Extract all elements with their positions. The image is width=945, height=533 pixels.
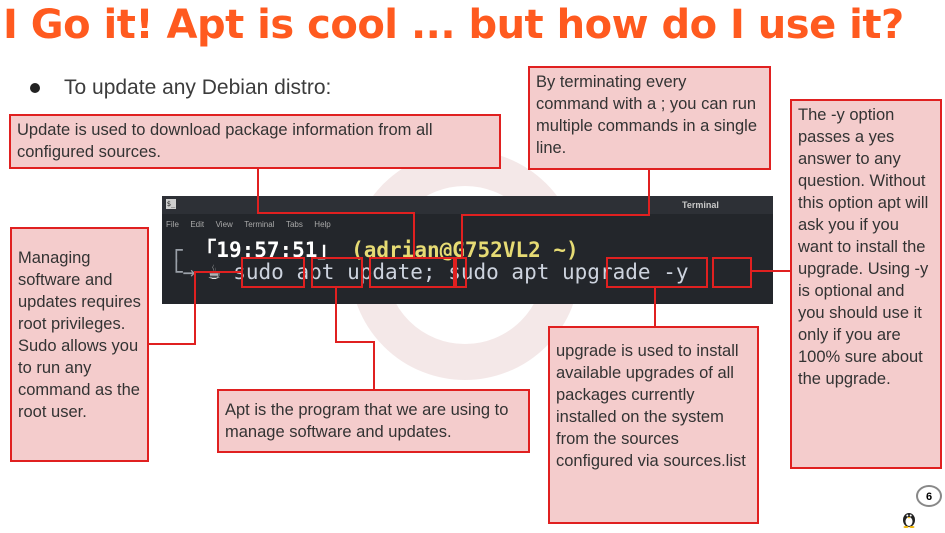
menu-terminal[interactable]: Terminal [244,220,274,229]
menu-view[interactable]: View [216,220,233,229]
menu-edit[interactable]: Edit [190,220,204,229]
connector-upgrade [654,287,656,326]
page-number-badge: 6 [916,485,942,507]
callout-update: Update is used to download package infor… [9,114,501,169]
connector-apt [373,341,375,389]
callout-flag-y: The -y option passes a yes answer to any… [790,99,942,469]
highlight-sudo [241,257,305,288]
prompt-corner-icon: ┌ [170,238,196,262]
connector-flag-y [752,270,792,272]
callout-apt: Apt is the program that we are using to … [217,389,530,453]
connector-semicolon [461,214,650,216]
menu-tabs[interactable]: Tabs [286,220,303,229]
slide-title: I Go it! Apt is cool ... but how do I us… [3,2,904,48]
tux-penguin-icon [903,513,915,528]
connector-sudo [194,271,242,273]
connector-update [257,167,259,214]
highlight-apt [311,257,363,288]
bullet-text: To update any Debian distro: [64,76,332,99]
highlight-update [369,257,455,288]
callout-sudo: Managing software and updates requires r… [10,227,149,462]
connector-update [257,212,415,214]
callout-upgrade: upgrade is used to install available upg… [548,326,759,524]
terminal-titlebar[interactable]: $_ Terminal [162,196,773,214]
connector-semicolon [648,170,650,216]
connector-sudo [149,343,196,345]
callout-semicolon: By terminating every command with a ; yo… [528,66,771,170]
menu-help[interactable]: Help [314,220,330,229]
terminal-app-icon: $_ [166,199,176,209]
highlight-flag-y [712,257,752,288]
menu-file[interactable]: File [166,220,179,229]
highlight-semicolon [455,257,467,288]
connector-update [413,212,415,258]
connector-sudo [194,271,196,345]
bullet-item: To update any Debian distro: [30,76,331,100]
connector-semicolon [461,214,463,258]
highlight-upgrade [606,257,708,288]
terminal-title: Terminal [682,200,719,210]
terminal-menubar: File Edit View Terminal Tabs Help [162,214,773,229]
bullet-dot-icon [30,83,40,94]
connector-apt [335,341,375,343]
connector-apt [335,287,337,343]
